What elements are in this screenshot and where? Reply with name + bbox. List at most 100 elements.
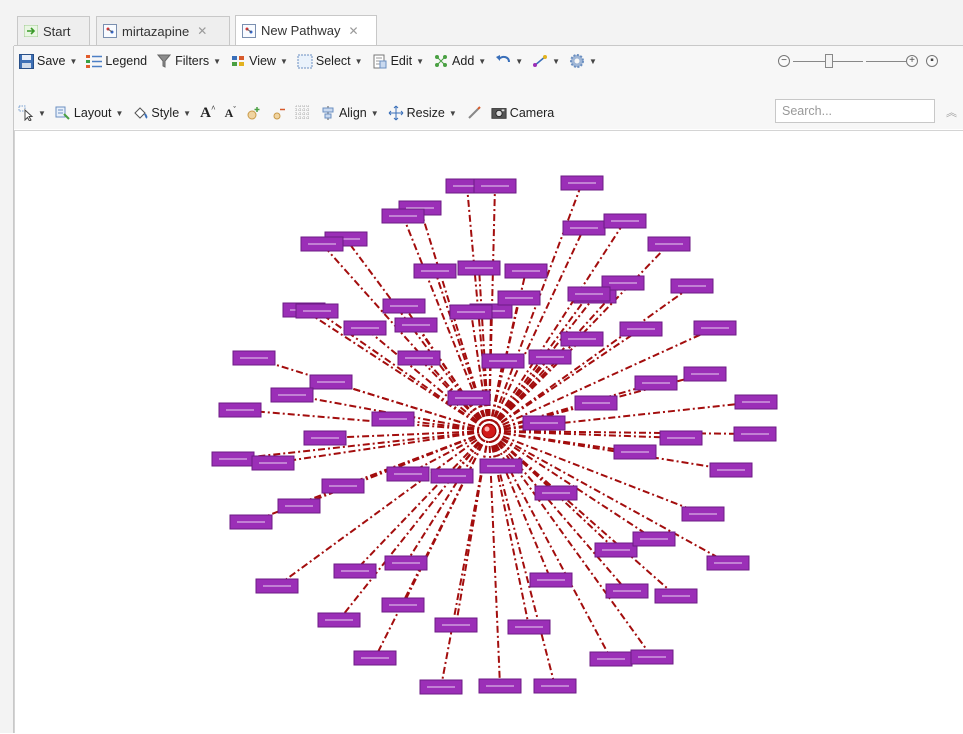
node-size-up-button[interactable] [245, 105, 261, 121]
graph-node[interactable] [522, 415, 566, 431]
graph-node[interactable] [613, 444, 657, 460]
graph-node[interactable] [562, 220, 606, 236]
graph-node[interactable] [397, 350, 441, 366]
tab-mirtazapine[interactable]: mirtazapine ✕ [96, 16, 230, 45]
edit-button[interactable]: Edit ▼ [372, 53, 424, 69]
graph-node[interactable] [534, 485, 578, 501]
tab-start[interactable]: Start [17, 16, 90, 45]
graph-node[interactable] [300, 236, 344, 252]
graph-node[interactable] [317, 612, 361, 628]
graph-node[interactable] [333, 563, 377, 579]
graph-node[interactable] [251, 455, 295, 471]
graph-node[interactable] [218, 402, 262, 418]
graph-node[interactable] [567, 286, 611, 302]
undo-button[interactable]: ▼ [495, 53, 523, 69]
pathway-canvas[interactable] [14, 130, 963, 733]
pointer-tool-button[interactable]: ▼ [18, 105, 46, 121]
camera-button[interactable]: Camera [491, 105, 554, 121]
graph-edge[interactable] [239, 409, 490, 432]
increase-font-button[interactable]: A^ [200, 104, 216, 122]
graph-node[interactable] [706, 555, 750, 571]
decrease-font-button[interactable]: Aˇ [225, 105, 236, 121]
graph-node[interactable] [270, 387, 314, 403]
graph-node[interactable] [255, 578, 299, 594]
graph-node[interactable] [709, 462, 753, 478]
zoom-out-button[interactable]: − [778, 55, 790, 67]
graph-node[interactable] [497, 290, 541, 306]
graph-node[interactable] [683, 366, 727, 382]
graph-node[interactable] [232, 350, 276, 366]
graph-node[interactable] [381, 597, 425, 613]
draw-tool-button[interactable] [466, 105, 482, 121]
graph-node[interactable] [507, 619, 551, 635]
graph-edge[interactable] [415, 324, 490, 432]
graph-node[interactable] [430, 468, 474, 484]
graph-node[interactable] [434, 617, 478, 633]
graph-node[interactable] [309, 374, 353, 390]
graph-node[interactable] [560, 175, 604, 191]
graph-edge[interactable] [488, 310, 492, 432]
select-button[interactable]: Select ▼ [297, 53, 363, 69]
graph-node[interactable] [343, 320, 387, 336]
graph-node[interactable] [295, 303, 339, 319]
align-button[interactable]: Align ▼ [320, 105, 379, 121]
graph-node[interactable] [229, 514, 273, 530]
graph-node[interactable] [371, 411, 415, 427]
graph-edge[interactable] [324, 430, 490, 439]
graph-node[interactable] [303, 430, 347, 446]
close-icon[interactable]: ✕ [348, 24, 358, 38]
graph-node[interactable] [394, 317, 438, 333]
network-graph[interactable] [15, 131, 963, 734]
graph-node[interactable] [681, 506, 725, 522]
graph-node[interactable] [634, 375, 678, 391]
graph-node[interactable] [529, 572, 573, 588]
graph-node[interactable] [478, 678, 522, 694]
graph-node[interactable] [449, 304, 493, 320]
settings-button[interactable]: ▼ [569, 53, 597, 69]
close-icon[interactable]: ✕ [197, 24, 207, 38]
tab-new-pathway[interactable]: New Pathway ✕ [235, 15, 377, 45]
zoom-in-button[interactable]: + [906, 55, 918, 67]
collapse-toolbar-icon[interactable]: ︽ [946, 104, 957, 120]
node-size-down-button[interactable] [270, 105, 286, 121]
graph-node[interactable] [632, 531, 676, 547]
graph-node[interactable] [528, 349, 572, 365]
view-button[interactable]: View ▼ [230, 53, 288, 69]
graph-node[interactable] [659, 430, 703, 446]
graph-node[interactable] [589, 651, 633, 667]
zoom-slider[interactable] [793, 53, 863, 68]
graph-node[interactable] [386, 466, 430, 482]
graph-node[interactable] [447, 390, 491, 406]
graph-node[interactable] [734, 394, 778, 410]
graph-node[interactable] [479, 458, 523, 474]
graph-node[interactable] [413, 263, 457, 279]
graph-node[interactable] [630, 649, 674, 665]
graph-node[interactable] [504, 263, 548, 279]
graph-node[interactable] [384, 555, 428, 571]
fit-to-window-button[interactable]: ▪ [926, 55, 938, 67]
graph-node[interactable] [419, 679, 463, 695]
graph-edge[interactable] [488, 430, 628, 592]
graph-node[interactable] [321, 478, 365, 494]
graph-node[interactable] [693, 320, 737, 336]
legend-button[interactable]: Legend [86, 53, 147, 69]
search-input[interactable]: Search... [775, 99, 935, 123]
graph-node[interactable] [603, 213, 647, 229]
graph-node[interactable] [211, 451, 255, 467]
graph-node[interactable] [670, 278, 714, 294]
graph-node[interactable] [457, 260, 501, 276]
graph-node[interactable] [481, 353, 525, 369]
graph-node[interactable] [654, 588, 698, 604]
graph-edge[interactable] [405, 430, 490, 564]
link-tool-button[interactable]: ▼ [532, 53, 560, 69]
graph-edge[interactable] [488, 227, 585, 432]
graph-edge[interactable] [402, 430, 490, 606]
graph-node[interactable] [277, 498, 321, 514]
graph-node[interactable] [381, 208, 425, 224]
graph-node[interactable] [619, 321, 663, 337]
grid-toggle-button[interactable] [295, 105, 311, 121]
style-button[interactable]: Style ▼ [132, 105, 191, 121]
graph-node[interactable] [594, 542, 638, 558]
resize-button[interactable]: Resize ▼ [388, 105, 457, 121]
graph-node[interactable] [382, 298, 426, 314]
